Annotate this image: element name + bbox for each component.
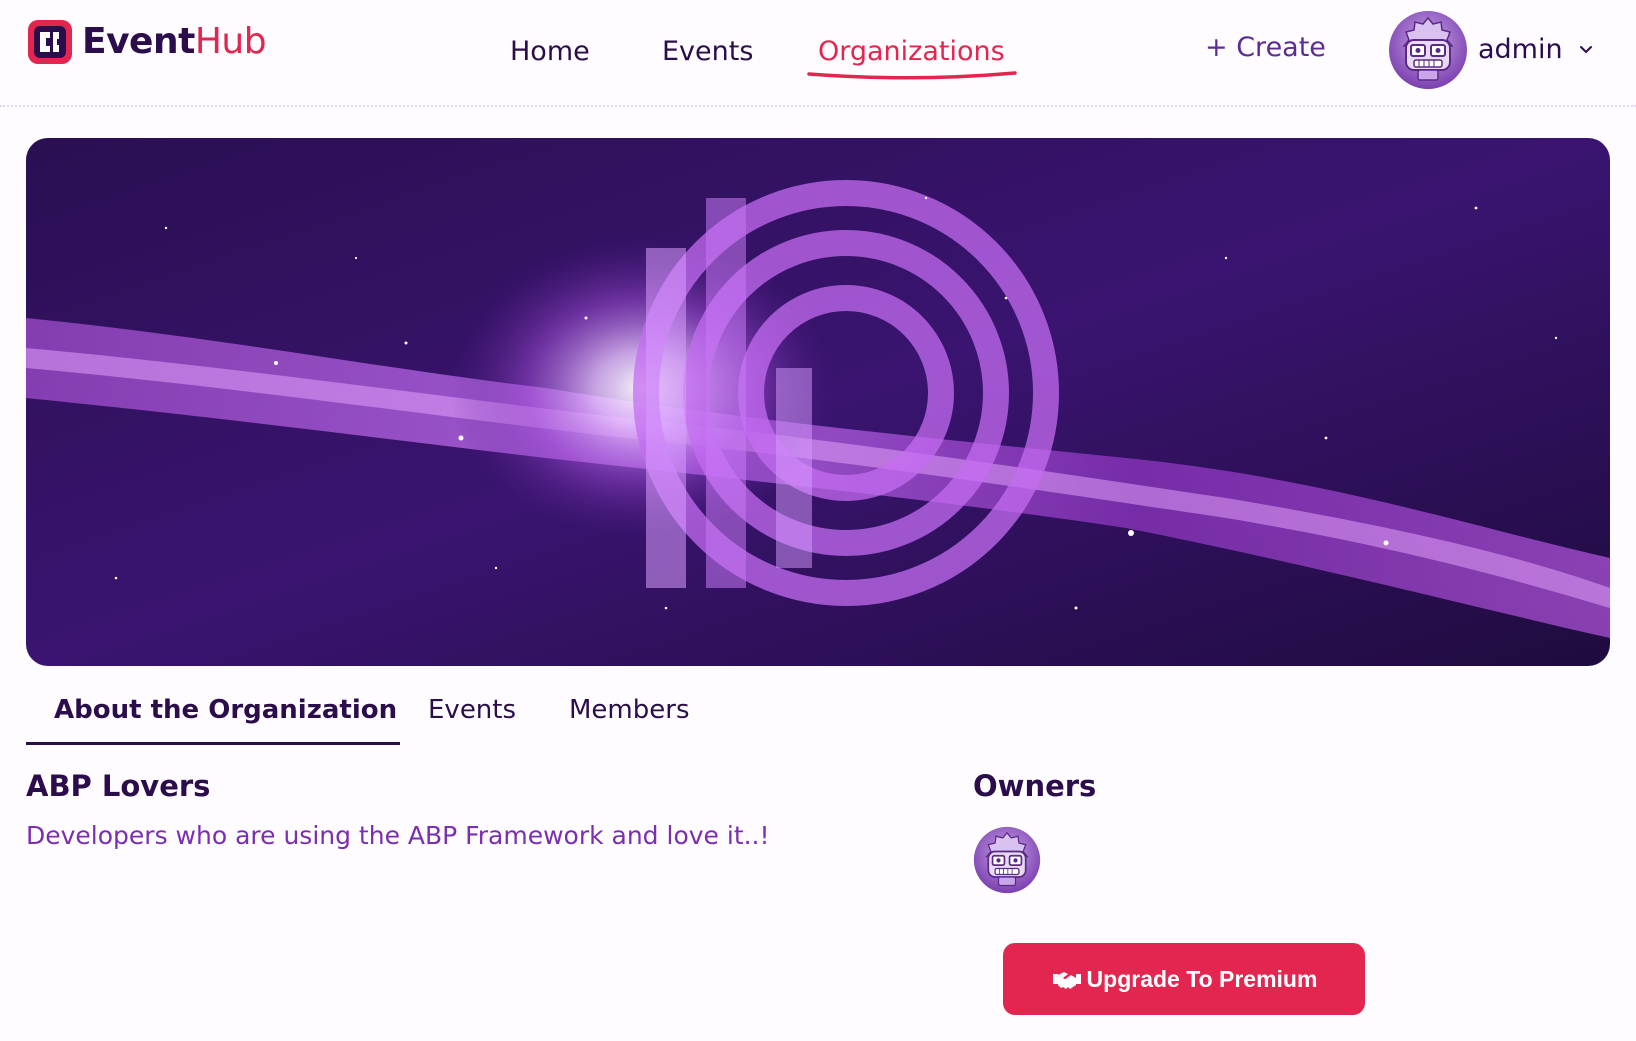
logo-wordmark: EventHub [82,18,267,66]
tab-events[interactable]: Events [428,688,516,732]
robot-avatar-icon [1389,11,1467,89]
upgrade-button-label: Upgrade To Premium [1086,965,1318,992]
organization-banner [26,138,1610,666]
eventhub-logo-icon [28,20,72,64]
top-navbar: EventHub Home Events Organizations + Cre… [0,0,1636,108]
tab-members[interactable]: Members [569,688,690,732]
organization-name: ABP Lovers [26,769,211,803]
abp-logo-galaxy-image [26,138,1610,666]
owner-avatar-robot-icon[interactable] [973,826,1041,894]
upgrade-to-premium-button[interactable]: Upgrade To Premium [1003,943,1365,1015]
chevron-down-icon [1579,46,1592,54]
logo-text-event: Event [82,21,195,62]
create-button[interactable]: + Create [1205,28,1326,68]
eventhub-logo[interactable]: EventHub [26,18,267,66]
nav-home[interactable]: Home [510,30,590,74]
nav-active-underline [807,71,1017,80]
active-tab-underline [26,742,400,745]
handshake-icon [1052,972,1081,989]
owners-title: Owners [973,769,1097,803]
organization-description: Developers who are using the ABP Framewo… [26,821,770,850]
header-divider [0,105,1636,107]
tab-about-organization[interactable]: About the Organization [54,688,397,732]
user-name: admin [1478,34,1563,65]
user-menu[interactable]: admin [1388,10,1593,90]
logo-text-hub: Hub [194,21,267,62]
nav-events[interactable]: Events [662,30,753,74]
